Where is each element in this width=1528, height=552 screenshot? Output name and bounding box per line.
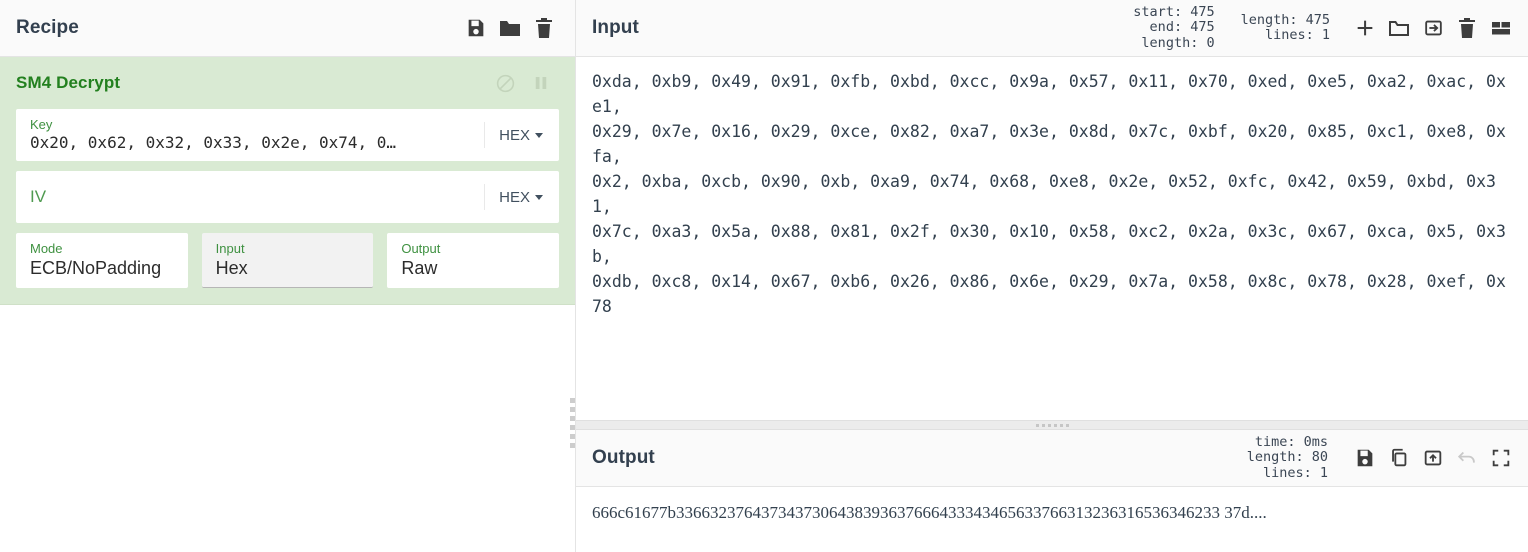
- recipe-operation-list[interactable]: SM4 Decrypt Key 0x20, 0x62, 0x32, 0x33, …: [0, 57, 575, 552]
- grip-dot: [1035, 423, 1039, 427]
- trash-icon: [1459, 18, 1475, 38]
- input-title: Input: [592, 17, 639, 38]
- mode-select[interactable]: Mode ECB/NoPadding: [16, 233, 188, 288]
- iv-format-dropdown[interactable]: HEX: [484, 184, 559, 210]
- grip-dot: [1047, 423, 1051, 427]
- arg-row-key: Key 0x20, 0x62, 0x32, 0x33, 0x2e, 0x74, …: [16, 109, 559, 161]
- output-stats-lines: time: 0ms length: 80 lines: 1: [1246, 433, 1328, 481]
- panel-layout-icon: [1492, 22, 1510, 35]
- output-format-label: Output: [401, 241, 441, 256]
- vertical-splitter-handle[interactable]: [570, 398, 575, 448]
- folder-icon: [500, 21, 520, 36]
- box-arrow-in-icon: [1424, 20, 1442, 36]
- grip-dot: [570, 398, 575, 403]
- clear-recipe-button[interactable]: [527, 11, 561, 45]
- operation-title: SM4 Decrypt: [16, 73, 121, 92]
- floppy-disk-icon: [1357, 449, 1373, 467]
- open-file-button[interactable]: [1382, 11, 1416, 45]
- key-input[interactable]: 0x20, 0x62, 0x32, 0x33, 0x2e, 0x74, 0…: [30, 132, 472, 154]
- undo-icon: [1457, 451, 1475, 463]
- maximise-output-button[interactable]: [1484, 441, 1518, 475]
- output-pane: Output time: 0ms length: 80 lines: 1 666…: [576, 430, 1528, 552]
- grip-dot: [570, 425, 575, 430]
- grip-dot: [570, 407, 575, 412]
- input-pane: Input start: 475 end: 475 length: 0 leng…: [576, 0, 1528, 420]
- input-format-select-main[interactable]: Input Hex: [202, 233, 374, 287]
- clear-io-button[interactable]: [1450, 11, 1484, 45]
- output-format-select-main[interactable]: Output Raw: [387, 233, 559, 288]
- output-format-select[interactable]: Output Raw: [387, 233, 560, 288]
- load-recipe-button[interactable]: [493, 11, 527, 45]
- output-format-value: Raw: [401, 258, 438, 278]
- splitter-grip: [1035, 423, 1069, 427]
- trash-icon: [536, 18, 552, 38]
- disable-operation-button[interactable]: [487, 68, 523, 98]
- save-recipe-button[interactable]: [459, 11, 493, 45]
- open-folder-as-input-button[interactable]: [1416, 11, 1450, 45]
- recipe-title: Recipe: [16, 17, 79, 38]
- grip-dot: [570, 416, 575, 421]
- grip-dot: [1065, 423, 1069, 427]
- input-format-value: Hex: [215, 258, 248, 278]
- replace-input-button[interactable]: [1416, 441, 1450, 475]
- undo-bake-button[interactable]: [1450, 441, 1484, 475]
- maximise-icon: [1492, 449, 1510, 467]
- arg-row-selects: Mode ECB/NoPadding Input Hex Output Raw: [16, 233, 560, 288]
- copy-output-button[interactable]: [1382, 441, 1416, 475]
- recipe-operation-sm4-decrypt[interactable]: SM4 Decrypt Key 0x20, 0x62, 0x32, 0x33, …: [0, 57, 575, 305]
- circle-slash-icon: [496, 74, 514, 92]
- arg-row-iv: IV HEX: [16, 171, 559, 223]
- add-input-tab-button[interactable]: [1348, 11, 1382, 45]
- input-format-select[interactable]: Input Hex: [201, 233, 374, 288]
- grip-dot: [1059, 423, 1063, 427]
- key-label: Key: [30, 117, 53, 132]
- grip-dot: [1041, 423, 1045, 427]
- grip-dot: [1053, 423, 1057, 427]
- copy-icon: [1392, 448, 1407, 467]
- grip-dot: [570, 434, 575, 439]
- mode-select-main[interactable]: Mode ECB/NoPadding: [16, 233, 188, 288]
- input-length-info: length: 475 lines: 1: [1240, 11, 1330, 44]
- mode-value: ECB/NoPadding: [30, 258, 162, 278]
- plus-icon: [1357, 20, 1373, 36]
- iv-format-label: HEX: [499, 188, 530, 206]
- recipe-pane: Recipe SM4 Decrypt Key 0x20, 0x62, 0x32,…: [0, 0, 576, 552]
- pause-icon: [535, 77, 547, 89]
- chevron-down-icon: [535, 132, 543, 138]
- output-header: Output time: 0ms length: 80 lines: 1: [576, 430, 1528, 487]
- output-title: Output: [592, 447, 655, 468]
- key-format-dropdown[interactable]: HEX: [484, 122, 559, 148]
- folder-icon: [1389, 21, 1409, 36]
- iv-input[interactable]: IV: [30, 182, 472, 212]
- grip-dot: [570, 443, 575, 448]
- output-stats: time: 0ms length: 80 lines: 1: [1239, 433, 1328, 482]
- floppy-disk-icon: [468, 19, 484, 37]
- cyberchef-app: Recipe SM4 Decrypt Key 0x20, 0x62, 0x32,…: [0, 0, 1528, 552]
- mode-label: Mode: [30, 241, 63, 256]
- chevron-down-icon: [535, 194, 543, 200]
- recipe-header: Recipe: [0, 0, 575, 57]
- key-field[interactable]: Key 0x20, 0x62, 0x32, 0x33, 0x2e, 0x74, …: [16, 109, 559, 161]
- key-format-label: HEX: [499, 126, 530, 144]
- set-breakpoint-button[interactable]: [523, 68, 559, 98]
- input-stats-lines: length: 475 lines: 1: [1240, 11, 1330, 43]
- iv-field[interactable]: IV HEX: [16, 171, 559, 223]
- io-splitter[interactable]: [576, 420, 1528, 430]
- input-textarea[interactable]: 0xda, 0xb9, 0x49, 0x91, 0xfb, 0xbd, 0xcc…: [576, 57, 1528, 420]
- key-field-main[interactable]: Key 0x20, 0x62, 0x32, 0x33, 0x2e, 0x74, …: [16, 109, 484, 161]
- input-header: Input start: 475 end: 475 length: 0 leng…: [576, 0, 1528, 57]
- input-layout-button[interactable]: [1484, 11, 1518, 45]
- iv-field-main[interactable]: IV: [16, 171, 484, 223]
- save-output-button[interactable]: [1348, 441, 1382, 475]
- input-selection-info: start: 475 end: 475 length: 0: [1117, 3, 1215, 52]
- operation-header: SM4 Decrypt: [16, 67, 559, 99]
- input-format-label: Input: [215, 241, 245, 256]
- box-arrow-up-icon: [1424, 450, 1442, 466]
- selection-start-line: start: 475 end: 475 length: 0: [1133, 3, 1215, 51]
- output-textarea[interactable]: 666c61677b336632376437343730643839363766…: [576, 487, 1528, 552]
- io-column: Input start: 475 end: 475 length: 0 leng…: [576, 0, 1528, 552]
